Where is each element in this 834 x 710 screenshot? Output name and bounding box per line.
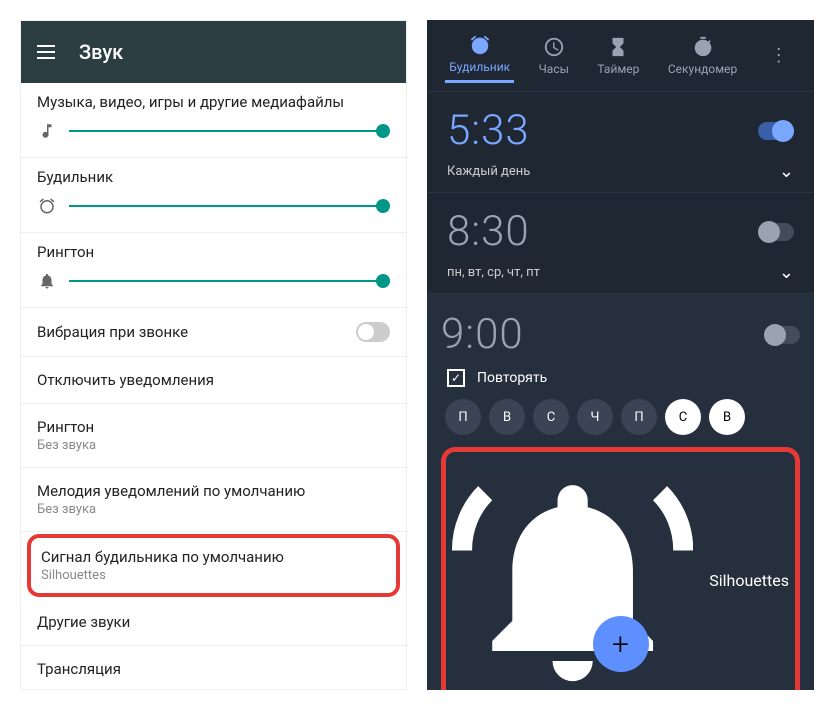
alarm-toggle[interactable] [758, 223, 794, 241]
media-volume: Музыка, видео, игры и другие медиафайлы [21, 83, 406, 158]
alarm-toggle[interactable] [758, 122, 794, 140]
vibrate-on-call[interactable]: Вибрация при звонке [21, 308, 406, 357]
day-selector: П В С Ч П С В [445, 399, 796, 435]
hourglass-icon [607, 36, 629, 58]
alarm-volume: Будильник [21, 158, 406, 233]
day-chip[interactable]: С [665, 399, 701, 435]
default-alarm-sound-row[interactable]: Сигнал будильника по умолчанию Silhouett… [27, 534, 400, 597]
alarm-time[interactable]: 5:33 [447, 106, 530, 155]
tab-timer[interactable]: Таймер [593, 30, 643, 82]
alarm-icon [37, 196, 57, 216]
bell-ring-icon [452, 460, 693, 690]
add-alarm-fab[interactable]: + [593, 616, 649, 672]
alarm-time[interactable]: 8:30 [447, 207, 530, 256]
clock-app-screen: Будильник Часы Таймер Секундомер ⋮ 5:33 … [427, 20, 814, 690]
tab-alarm[interactable]: Будильник [445, 28, 514, 83]
alarm-1[interactable]: 5:33 Каждый день ⌄ [427, 92, 814, 193]
alarm-time[interactable]: 9:00 [441, 310, 524, 359]
tab-clock[interactable]: Часы [535, 30, 573, 82]
music-note-icon [37, 121, 57, 141]
alarm-toggle[interactable] [764, 326, 800, 344]
page-title: Звук [79, 40, 123, 64]
other-sounds-row[interactable]: Другие звуки [21, 599, 406, 646]
bell-icon [37, 271, 57, 291]
cast-row[interactable]: Трансляция [21, 646, 406, 690]
tab-bar: Будильник Часы Таймер Секундомер ⋮ [427, 20, 814, 92]
day-chip[interactable]: П [621, 399, 657, 435]
notification-sound-row[interactable]: Мелодия уведомлений по умолчанию Без зву… [21, 468, 406, 532]
header: Звук [21, 21, 406, 83]
ring-slider[interactable] [69, 280, 390, 282]
alarm-2[interactable]: 8:30 пн, вт, ср, чт, пт ⌄ [427, 193, 814, 294]
ringtone-row[interactable]: Рингтон Без звука [21, 404, 406, 468]
alarm-icon [469, 34, 491, 56]
day-chip[interactable]: В [489, 399, 525, 435]
clock-icon [543, 36, 565, 58]
day-chip[interactable]: Ч [577, 399, 613, 435]
media-slider[interactable] [69, 130, 390, 132]
do-not-disturb[interactable]: Отключить уведомления [21, 357, 406, 404]
stopwatch-icon [692, 36, 714, 58]
overflow-menu[interactable]: ⋮ [762, 45, 796, 66]
sound-settings-screen: Звук Музыка, видео, игры и другие медиаф… [20, 20, 407, 690]
alarm-slider[interactable] [69, 205, 390, 207]
tab-stopwatch[interactable]: Секундомер [664, 30, 741, 82]
chevron-down-icon[interactable]: ⌄ [779, 262, 794, 283]
day-chip[interactable]: П [445, 399, 481, 435]
chevron-down-icon[interactable]: ⌄ [779, 161, 794, 182]
repeat-toggle[interactable]: ✓ Повторять [447, 369, 794, 387]
day-chip[interactable]: В [709, 399, 745, 435]
menu-icon[interactable] [37, 45, 55, 59]
day-chip[interactable]: С [533, 399, 569, 435]
checkbox-icon[interactable]: ✓ [447, 369, 465, 387]
vibrate-switch[interactable] [356, 322, 390, 342]
ringtone-volume: Рингтон [21, 233, 406, 308]
